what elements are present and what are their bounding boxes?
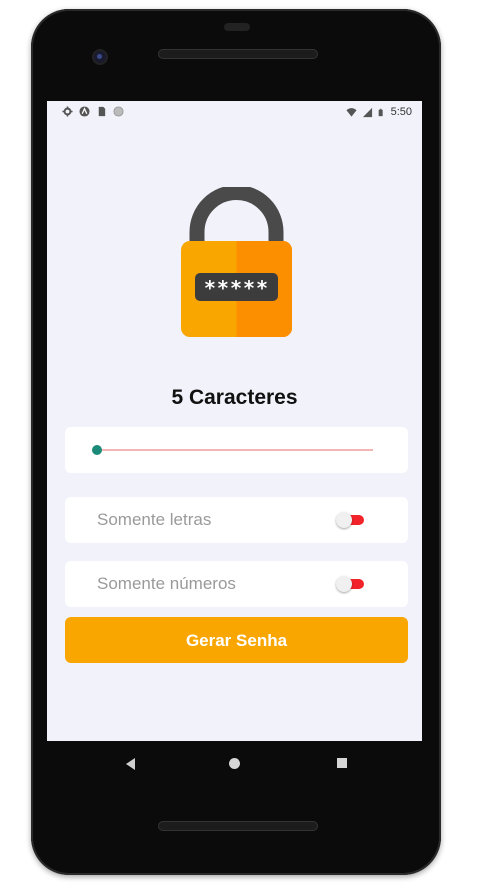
recent-apps-icon[interactable] (337, 758, 347, 768)
earpiece (224, 23, 250, 31)
bottom-speaker (158, 821, 318, 831)
status-right-icons: 5:50 (346, 106, 412, 118)
padlock-icon: ***** (181, 187, 292, 337)
phone-frame: 5:50 ***** 5 Caracteres Somente letras S… (31, 9, 441, 875)
toggle-knob (336, 512, 352, 528)
generate-password-button[interactable]: Gerar Senha (65, 617, 408, 663)
option-only-numbers: Somente números (65, 561, 408, 607)
slider-track[interactable] (98, 449, 373, 451)
option-only-letters: Somente letras (65, 497, 408, 543)
length-slider-card (65, 427, 408, 473)
status-left-icons (62, 106, 124, 117)
option-label: Somente números (97, 574, 236, 593)
navigation-bar (47, 741, 422, 787)
gear-icon (62, 106, 73, 117)
page-title: 5 Caracteres (171, 386, 298, 409)
status-bar: 5:50 (47, 101, 422, 125)
dot-icon (113, 106, 124, 117)
lock-code-mask: ***** (204, 276, 269, 300)
top-speaker (158, 49, 318, 59)
back-icon[interactable] (126, 758, 135, 770)
toggle-knob (336, 576, 352, 592)
home-icon[interactable] (229, 758, 240, 769)
clock: 5:50 (390, 106, 412, 118)
sim-card-icon (98, 106, 106, 117)
only-letters-toggle[interactable] (336, 512, 364, 528)
front-camera-icon (94, 51, 106, 63)
signal-icon (362, 107, 372, 117)
slider-thumb[interactable] (92, 445, 102, 455)
battery-icon (378, 108, 383, 116)
only-numbers-toggle[interactable] (336, 576, 364, 592)
app-icon (79, 106, 90, 117)
screen: 5:50 ***** 5 Caracteres Somente letras S… (47, 101, 422, 741)
option-label: Somente letras (97, 510, 212, 529)
wifi-icon (346, 107, 357, 117)
